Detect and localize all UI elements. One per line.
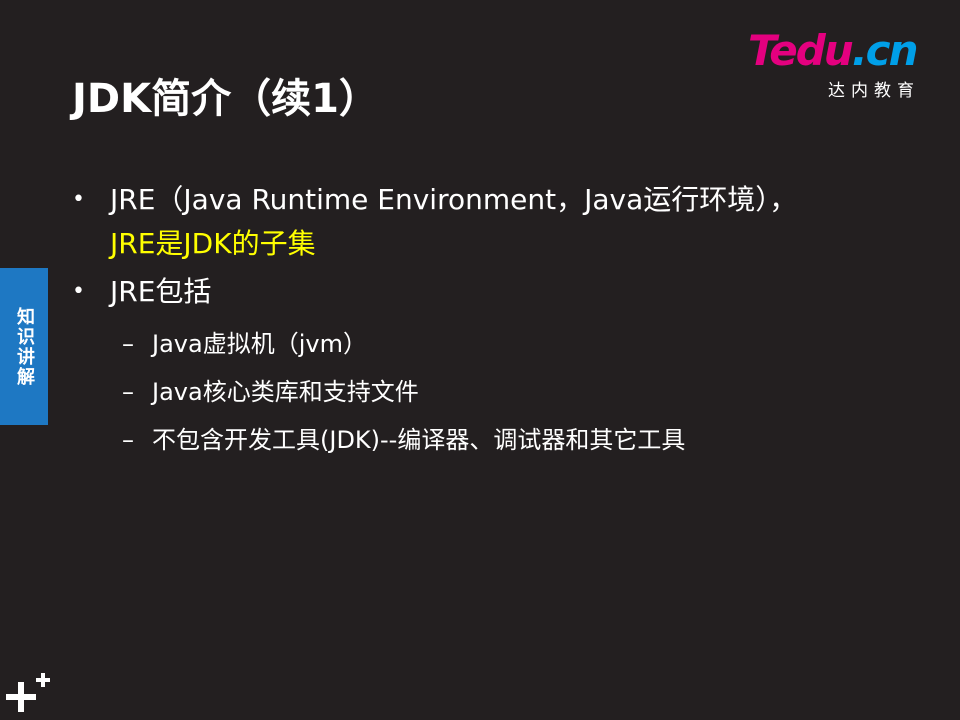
sub-item: – Java虚拟机（jvm）	[72, 320, 832, 368]
bullet-mark: •	[72, 187, 85, 212]
logo-word-cn: cn	[865, 26, 919, 75]
bullet-item: • JRE包括	[72, 270, 832, 314]
sub-dash: –	[122, 378, 134, 406]
sub-dash: –	[122, 426, 134, 454]
sub-dash: –	[122, 330, 134, 358]
logo-subtitle: 达内教育	[828, 81, 920, 101]
logo-word-edu: edu	[769, 26, 853, 75]
slide: JDK简介（续1） Tedu.cn 达内教育 知识讲解 • JRE（Java R…	[0, 0, 960, 720]
section-tab: 知识讲解	[0, 268, 48, 425]
tedu-logo: Tedu.cn 达内教育	[748, 26, 938, 102]
sub-item: – Java核心类库和支持文件	[72, 368, 832, 416]
bullet-item: • JRE（Java Runtime Environment，Java运行环境）…	[72, 178, 832, 266]
logo-wordmark: Tedu.cn	[748, 26, 919, 75]
page-title: JDK简介（续1）	[72, 76, 379, 122]
section-tab-label: 知识讲解	[14, 306, 35, 387]
sub-text: Java虚拟机（jvm）	[152, 330, 367, 358]
sub-item: – 不包含开发工具(JDK)--编译器、调试器和其它工具	[72, 416, 832, 464]
bullet-highlight: JRE是JDK的子集	[110, 227, 316, 260]
logo-letter-t: T	[748, 26, 771, 75]
bullet-text: JRE包括	[110, 275, 212, 308]
slide-content: • JRE（Java Runtime Environment，Java运行环境）…	[72, 178, 832, 464]
plus-icon	[6, 673, 50, 712]
bullet-mark: •	[72, 279, 85, 304]
bullet-text: JRE（Java Runtime Environment，Java运行环境），	[110, 183, 798, 216]
sub-text: Java核心类库和支持文件	[152, 378, 419, 406]
logo-dot: .	[851, 26, 868, 75]
sub-text: 不包含开发工具(JDK)--编译器、调试器和其它工具	[152, 426, 686, 454]
